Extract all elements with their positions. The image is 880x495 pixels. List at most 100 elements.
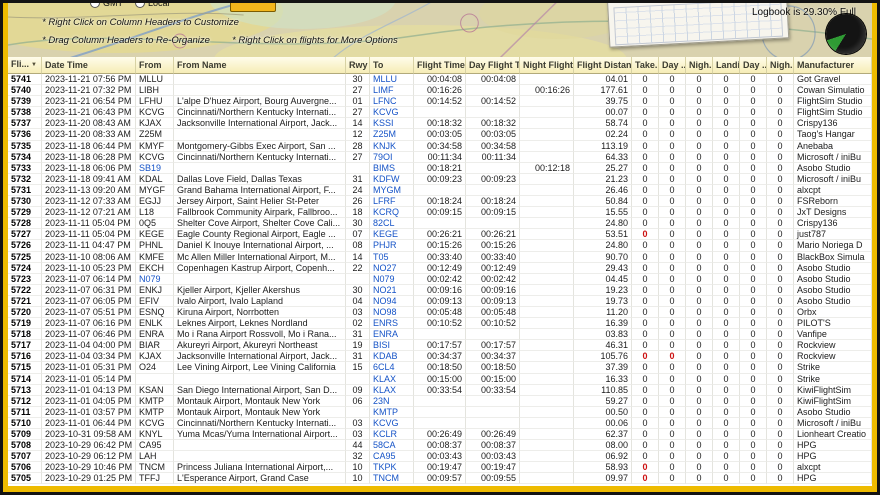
column-header-dt[interactable]: Date Time — [42, 57, 136, 74]
column-header-di[interactable]: Flight Distance — [574, 57, 632, 74]
flight-row-5720[interactable]: 5720 2023-11-07 05:51 PM ESNQ Kiruna Airpor… — [8, 306, 872, 319]
flight-row-5719[interactable]: 5719 2023-11-07 06:16 PM ENLK Leknes Airpor… — [8, 318, 872, 330]
flight-row-5715[interactable]: 5715 2023-11-01 05:31 PM O24 Lee Vining Air… — [8, 362, 872, 374]
flight-row-5726[interactable]: 5726 2023-11-11 04:47 PM PHNL Daniel K Inou… — [8, 240, 872, 252]
flight-row-5718[interactable]: 5718 2023-11-07 06:46 PM ENRA Mo i Rana Air… — [8, 329, 872, 341]
cell-to[interactable]: PHJR — [370, 240, 414, 252]
cell-to[interactable]: KCRQ — [370, 207, 414, 219]
flight-row-5707[interactable]: 5707 2023-10-29 06:12 PM LAH 32 CA95 00:03:43… — [8, 451, 872, 463]
column-header-id[interactable]: Fli... ▼ — [8, 57, 42, 74]
flight-row-5732[interactable]: 5732 2023-11-18 09:41 AM KDAL Dallas Love F… — [8, 173, 872, 185]
cell-to[interactable]: 82CL — [370, 218, 414, 230]
flight-row-5737[interactable]: 5737 2023-11-20 08:43 AM KJAX Jacksonville … — [8, 118, 872, 130]
column-header-c1[interactable]: Day ... — [659, 57, 686, 74]
cell-to[interactable]: KCVG — [370, 417, 414, 429]
radio-gmt[interactable]: GMT — [90, 3, 123, 8]
flight-row-5734[interactable]: 5734 2023-11-18 06:28 PM KCVG Cincinnati/No… — [8, 151, 872, 163]
flight-row-5725[interactable]: 5725 2023-11-10 08:06 AM KMFE Mc Allen Mill… — [8, 251, 872, 263]
cell-to[interactable]: N079 — [370, 273, 414, 285]
cell-to[interactable]: NO98 — [370, 306, 414, 319]
flight-row-5729[interactable]: 5729 2023-11-12 07:21 AM L18 Fallbrook Comm… — [8, 207, 872, 219]
flight-row-5740[interactable]: 5740 2023-11-21 07:32 PM LIBH 27 LIMF 00:16:2… — [8, 85, 872, 97]
cell-to[interactable]: TKPK — [370, 462, 414, 474]
column-header-fr[interactable]: From — [136, 57, 174, 74]
flight-row-5721[interactable]: 5721 2023-11-07 06:05 PM EFIV Ivalo Airport… — [8, 295, 872, 307]
cell-to[interactable]: Z25M — [370, 129, 414, 141]
cell-to[interactable]: LIMF — [370, 85, 414, 97]
cell-to[interactable]: KEGE — [370, 229, 414, 241]
cell-to[interactable]: CA95 — [370, 451, 414, 463]
cell-to[interactable]: NO21 — [370, 284, 414, 296]
flight-row-5738[interactable]: 5738 2023-11-21 06:43 PM KCVG Cincinnati/No… — [8, 107, 872, 119]
flight-row-5712[interactable]: 5712 2023-11-01 04:05 PM KMTP Montauk Airpo… — [8, 395, 872, 407]
cell-to[interactable]: MYGM — [370, 184, 414, 197]
flight-row-5736[interactable]: 5736 2023-11-20 08:33 AM Z25M 12 Z25M 00:03:0… — [8, 129, 872, 141]
cell-to[interactable]: NO27 — [370, 262, 414, 274]
flight-row-5735[interactable]: 5735 2023-11-18 06:44 PM KMYF Montgomery-Gi… — [8, 140, 872, 152]
column-header-ft[interactable]: Flight Time — [414, 57, 466, 74]
flight-row-5717[interactable]: 5717 2023-11-04 04:00 PM BIAR Akureyri Airp… — [8, 340, 872, 352]
radio-gmt-circle-icon[interactable] — [90, 3, 100, 8]
flight-row-5706[interactable]: 5706 2023-10-29 10:46 PM TNCM Princess Juli… — [8, 462, 872, 474]
column-header-df[interactable]: Day Flight T... — [466, 57, 520, 74]
flight-row-5722[interactable]: 5722 2023-11-07 06:31 PM ENKJ Kjeller Airpo… — [8, 284, 872, 296]
cell-to[interactable]: KLAX — [370, 373, 414, 385]
column-header-fn[interactable]: From Name — [174, 57, 346, 74]
column-header-c5[interactable]: Nigh... — [767, 57, 794, 74]
flight-row-5727[interactable]: 5727 2023-11-11 05:04 PM KEGE Eagle County … — [8, 229, 872, 241]
flight-row-5723[interactable]: 5723 2023-11-07 06:14 PM N079 N079 00:02:42 0… — [8, 273, 872, 285]
cell-fr[interactable]: SB19 — [136, 162, 174, 174]
cell-to[interactable]: ENRA — [370, 329, 414, 341]
cell-to[interactable]: BIMS — [370, 162, 414, 174]
flight-row-5709[interactable]: 5709 2023-10-31 09:58 AM KNYL Yuma Mcas/Yum… — [8, 429, 872, 441]
flight-row-5739[interactable]: 5739 2023-11-21 06:54 PM LFHU L'alpe D'huez… — [8, 96, 872, 108]
top-action-button[interactable] — [230, 3, 276, 12]
flight-row-5733[interactable]: 5733 2023-11-18 06:06 PM SB19 BIMS 00:18:21 0… — [8, 162, 872, 174]
column-header-rw[interactable]: Rwy — [346, 57, 370, 74]
cell-to[interactable]: KCLR — [370, 429, 414, 441]
cell-to[interactable]: LFRF — [370, 196, 414, 208]
cell-to[interactable]: BISI — [370, 340, 414, 352]
cell-to[interactable]: NO94 — [370, 295, 414, 307]
flight-row-5714[interactable]: 5714 2023-11-01 05:14 PM KLAX 00:15:00 00:15… — [8, 373, 872, 385]
column-header-to[interactable]: To — [370, 57, 414, 74]
cell-to[interactable]: KCVG — [370, 107, 414, 119]
flight-log-grid[interactable]: Fli... ▼ Date Time From From Name Rwy To Flight… — [8, 57, 872, 486]
flight-row-5713[interactable]: 5713 2023-11-01 04:13 PM KSAN San Diego Int… — [8, 384, 872, 396]
flight-row-5741[interactable]: 5741 2023-11-21 07:56 PM MLLU 30 MLLU 00:04:0… — [8, 74, 872, 86]
cell-to[interactable]: KSSI — [370, 118, 414, 130]
flight-row-5731[interactable]: 5731 2023-11-13 09:20 AM MYGF Grand Bahama … — [8, 184, 872, 197]
column-header-mf[interactable]: Manufacturer — [794, 57, 872, 74]
column-header-nf[interactable]: Night Flight ... — [520, 57, 574, 74]
cell-to[interactable]: T05 — [370, 251, 414, 263]
cell-to[interactable]: KLAX — [370, 384, 414, 396]
flight-row-5724[interactable]: 5724 2023-11-10 05:23 PM EKCH Copenhagen Ka… — [8, 262, 872, 274]
cell-to[interactable]: MLLU — [370, 74, 414, 86]
radio-local-circle-icon[interactable] — [135, 3, 145, 8]
cell-fr[interactable]: N079 — [136, 273, 174, 285]
cell-to[interactable]: LFNC — [370, 96, 414, 108]
column-header-c0[interactable]: Take... — [632, 57, 659, 74]
cell-to[interactable]: KDFW — [370, 173, 414, 185]
flight-row-5708[interactable]: 5708 2023-10-29 06:42 PM CA95 44 58CA 00:08:3… — [8, 440, 872, 452]
cell-to[interactable]: KDAB — [370, 351, 414, 363]
flight-row-5728[interactable]: 5728 2023-11-11 05:04 PM 0Q5 Shelter Cove A… — [8, 218, 872, 230]
radio-local[interactable]: Local — [135, 3, 170, 8]
cell-to[interactable]: ENRS — [370, 318, 414, 330]
cell-to[interactable]: 79OI — [370, 151, 414, 163]
cell-to[interactable]: 6CL4 — [370, 362, 414, 374]
column-header-c2[interactable]: Nigh... — [686, 57, 713, 74]
cell-c0: 0 — [632, 384, 659, 396]
flight-row-5716[interactable]: 5716 2023-11-04 03:34 PM KJAX Jacksonville … — [8, 351, 872, 363]
flight-row-5705[interactable]: 5705 2023-10-29 01:25 PM TFFJ L'Esperance A… — [8, 473, 872, 485]
cell-to[interactable]: 58CA — [370, 440, 414, 452]
cell-to[interactable]: KNJK — [370, 140, 414, 152]
column-header-c3[interactable]: Landi... — [713, 57, 740, 74]
cell-to[interactable]: 23N — [370, 395, 414, 407]
column-header-c4[interactable]: Day ... — [740, 57, 767, 74]
flight-row-5730[interactable]: 5730 2023-11-12 07:33 AM EGJJ Jersey Airpor… — [8, 196, 872, 208]
flight-row-5710[interactable]: 5710 2023-11-01 06:44 PM KCVG Cincinnati/No… — [8, 417, 872, 429]
cell-to[interactable]: TNCM — [370, 473, 414, 485]
flight-row-5711[interactable]: 5711 2023-11-01 03:57 PM KMTP Montauk Airpo… — [8, 406, 872, 418]
cell-to[interactable]: KMTP — [370, 406, 414, 418]
